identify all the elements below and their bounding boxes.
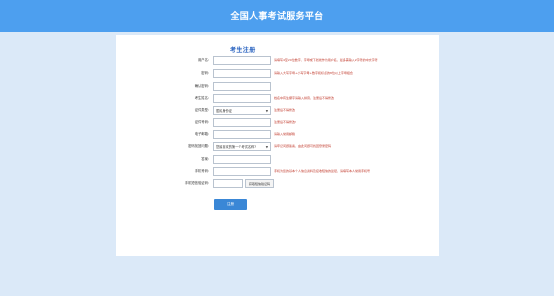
top-header-bar: 全国人事考试服务平台 xyxy=(0,0,554,32)
answer-row: 答案: xyxy=(150,155,410,164)
confirm-password-row: 确认密码: xyxy=(150,82,410,91)
username-input[interactable] xyxy=(213,56,271,65)
chevron-down-icon: ▼ xyxy=(265,109,268,113)
email-input[interactable] xyxy=(213,130,271,139)
email-hint: 请输入常用邮箱 xyxy=(274,132,296,136)
mobile-hint: 手机为您的基本个人信息资料及接收短信的途径，请填写本人常用手机号 xyxy=(274,169,371,173)
name-input[interactable] xyxy=(213,94,271,103)
email-label: 电子邮箱: xyxy=(194,132,209,136)
id-type-value: 居民身份证 xyxy=(216,109,232,113)
password-hint: 请输入大写字母+小写字母+数字和标点的8位以上字母组合 xyxy=(274,71,353,75)
email-row: 电子邮箱: 请输入常用邮箱 xyxy=(150,130,410,139)
id-type-row: 证件类型: 居民身份证 ▼ 注册后不得修改 xyxy=(150,106,410,115)
answer-label: 答案: xyxy=(201,157,209,161)
sms-code-input[interactable] xyxy=(213,179,243,188)
id-type-hint: 注册后不得修改 xyxy=(274,108,296,112)
security-question-hint: 请牢记问题答案，由此问题可找回登录密码 xyxy=(274,144,332,148)
password-row: 密码: 请输入大写字母+小写字母+数字和标点的8位以上字母组合 xyxy=(150,69,410,78)
name-hint: 姓名中有生僻字请输入拼音，注册后不得修改 xyxy=(274,96,335,100)
security-question-value: 您最喜欢的第一个考试名称? xyxy=(216,145,256,149)
site-title: 全国人事考试服务平台 xyxy=(230,12,324,22)
id-number-label: 证件号码: xyxy=(194,120,209,124)
confirm-password-input[interactable] xyxy=(213,82,271,91)
form-title: 考生注册 xyxy=(230,47,256,54)
confirm-password-label: 确认密码: xyxy=(194,84,209,88)
get-sms-code-button[interactable]: 获取短信验证码 xyxy=(245,179,274,188)
sms-code-row: 手机短信验证码: 获取短信验证码 xyxy=(150,179,410,188)
security-question-label: 密码找回问题: xyxy=(188,144,209,148)
password-input[interactable] xyxy=(213,69,271,78)
name-row: 考生姓名: 姓名中有生僻字请输入拼音，注册后不得修改 xyxy=(150,94,410,103)
mobile-row: 手机号码: 手机为您的基本个人信息资料及接收短信的途径，请填写本人常用手机号 xyxy=(150,167,410,176)
mobile-input[interactable] xyxy=(213,167,271,176)
password-label: 密码: xyxy=(201,71,209,75)
sms-code-label: 手机短信验证码: xyxy=(184,181,209,185)
mobile-label: 手机号码: xyxy=(194,169,209,173)
register-button[interactable]: 注册 xyxy=(214,199,247,210)
security-question-select[interactable]: 您最喜欢的第一个考试名称? ▼ xyxy=(213,142,271,151)
security-question-row: 密码找回问题: 您最喜欢的第一个考试名称? ▼ 请牢记问题答案，由此问题可找回登… xyxy=(150,142,410,151)
id-type-label: 证件类型: xyxy=(194,108,209,112)
username-label: 用户名: xyxy=(197,58,209,62)
chevron-down-icon: ▼ xyxy=(265,145,268,149)
answer-input[interactable] xyxy=(213,155,271,164)
id-number-input[interactable] xyxy=(213,118,271,127)
name-label: 考生姓名: xyxy=(194,96,209,100)
id-number-hint: 注册后不得修改! xyxy=(274,120,297,124)
id-number-row: 证件号码: 注册后不得修改! xyxy=(150,118,410,127)
username-row: 用户名: 请填写4至20位数字、字母或下划线作为用户名，最多需输入2字符的中文字… xyxy=(150,56,410,65)
username-hint: 请填写4至20位数字、字母或下划线作为用户名，最多需输入2字符的中文字符 xyxy=(274,58,378,62)
id-type-select[interactable]: 居民身份证 ▼ xyxy=(213,106,271,115)
